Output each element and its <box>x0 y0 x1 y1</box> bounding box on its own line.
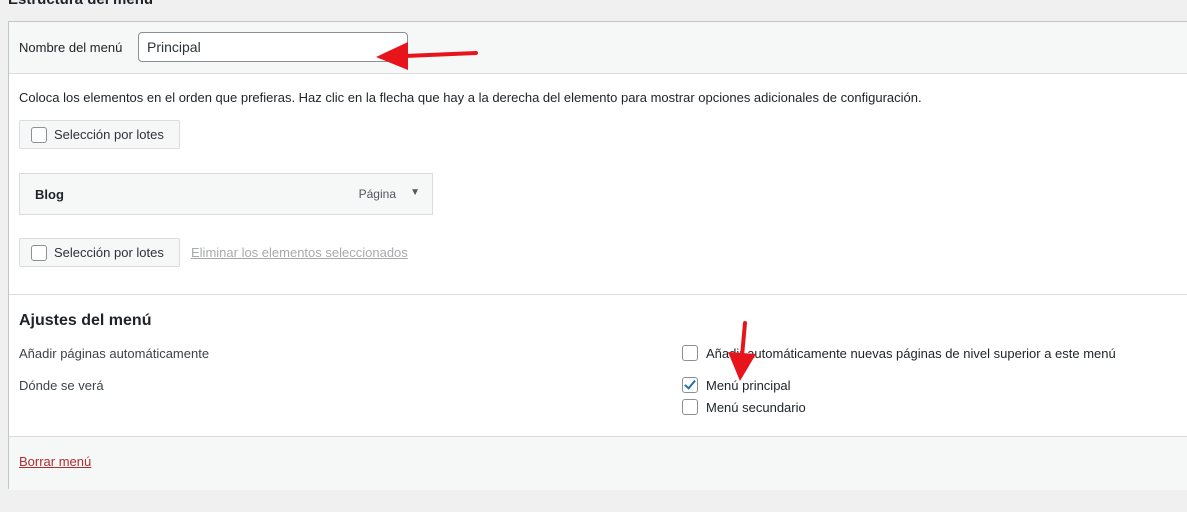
menu-item-type: Página <box>358 187 396 201</box>
locations-label: Dónde se verá <box>19 378 104 393</box>
menu-name-label: Nombre del menú <box>19 40 123 55</box>
menu-item-blog[interactable]: Blog Página ▼ <box>19 173 433 215</box>
menu-footer: Borrar menú <box>9 436 1187 490</box>
auto-add-label: Añadir páginas automáticamente <box>19 346 210 361</box>
page-title: Estructura del menú <box>8 0 153 8</box>
bulk-select-top[interactable]: Selección por lotes <box>19 120 180 149</box>
auto-add-checkbox[interactable] <box>682 345 698 361</box>
location-secondary-checkbox[interactable] <box>682 399 698 415</box>
auto-add-option-label: Añadir automáticamente nuevas páginas de… <box>706 346 1116 361</box>
delete-selected-link[interactable]: Eliminar los elementos seleccionados <box>191 245 408 260</box>
menu-edit-panel: Nombre del menú Coloca los elementos en … <box>8 21 1187 490</box>
menu-item-title: Blog <box>35 187 64 202</box>
menu-name-input[interactable] <box>138 32 408 62</box>
divider <box>9 294 1187 295</box>
bulk-select-bottom[interactable]: Selección por lotes <box>19 238 180 267</box>
triangle-down-icon[interactable]: ▼ <box>410 187 420 198</box>
menu-header: Nombre del menú <box>9 22 1187 74</box>
instructions-text: Coloca los elementos en el orden que pre… <box>19 90 922 105</box>
bulk-select-checkbox[interactable] <box>31 127 47 143</box>
location-primary-checkbox[interactable] <box>682 377 698 393</box>
delete-menu-link[interactable]: Borrar menú <box>19 454 91 469</box>
bulk-select-checkbox[interactable] <box>31 245 47 261</box>
bulk-select-label: Selección por lotes <box>54 245 164 260</box>
settings-title: Ajustes del menú <box>19 312 152 329</box>
location-secondary-label: Menú secundario <box>706 400 806 415</box>
bulk-select-label: Selección por lotes <box>54 127 164 142</box>
location-primary-label: Menú principal <box>706 378 791 393</box>
